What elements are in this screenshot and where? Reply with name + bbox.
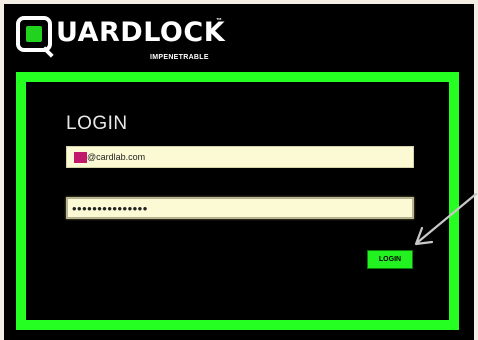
logo-q-tail <box>42 46 54 58</box>
trademark-symbol: ™ <box>216 18 222 24</box>
quardlock-logo: UARDLOCK ™ IMPENETRABLE <box>16 14 236 61</box>
login-button[interactable]: LOGIN <box>367 250 413 269</box>
password-field[interactable] <box>66 197 414 219</box>
padlock-q-icon <box>16 16 54 58</box>
email-input[interactable] <box>67 147 413 167</box>
logo-tagline: IMPENETRABLE <box>150 54 209 61</box>
arrow-icon <box>414 192 478 246</box>
login-heading: LOGIN <box>66 113 128 134</box>
logo-wordmark: UARDLOCK <box>56 17 226 48</box>
email-field[interactable] <box>66 146 414 168</box>
password-input[interactable] <box>68 199 412 217</box>
logo-green-square <box>26 26 42 42</box>
